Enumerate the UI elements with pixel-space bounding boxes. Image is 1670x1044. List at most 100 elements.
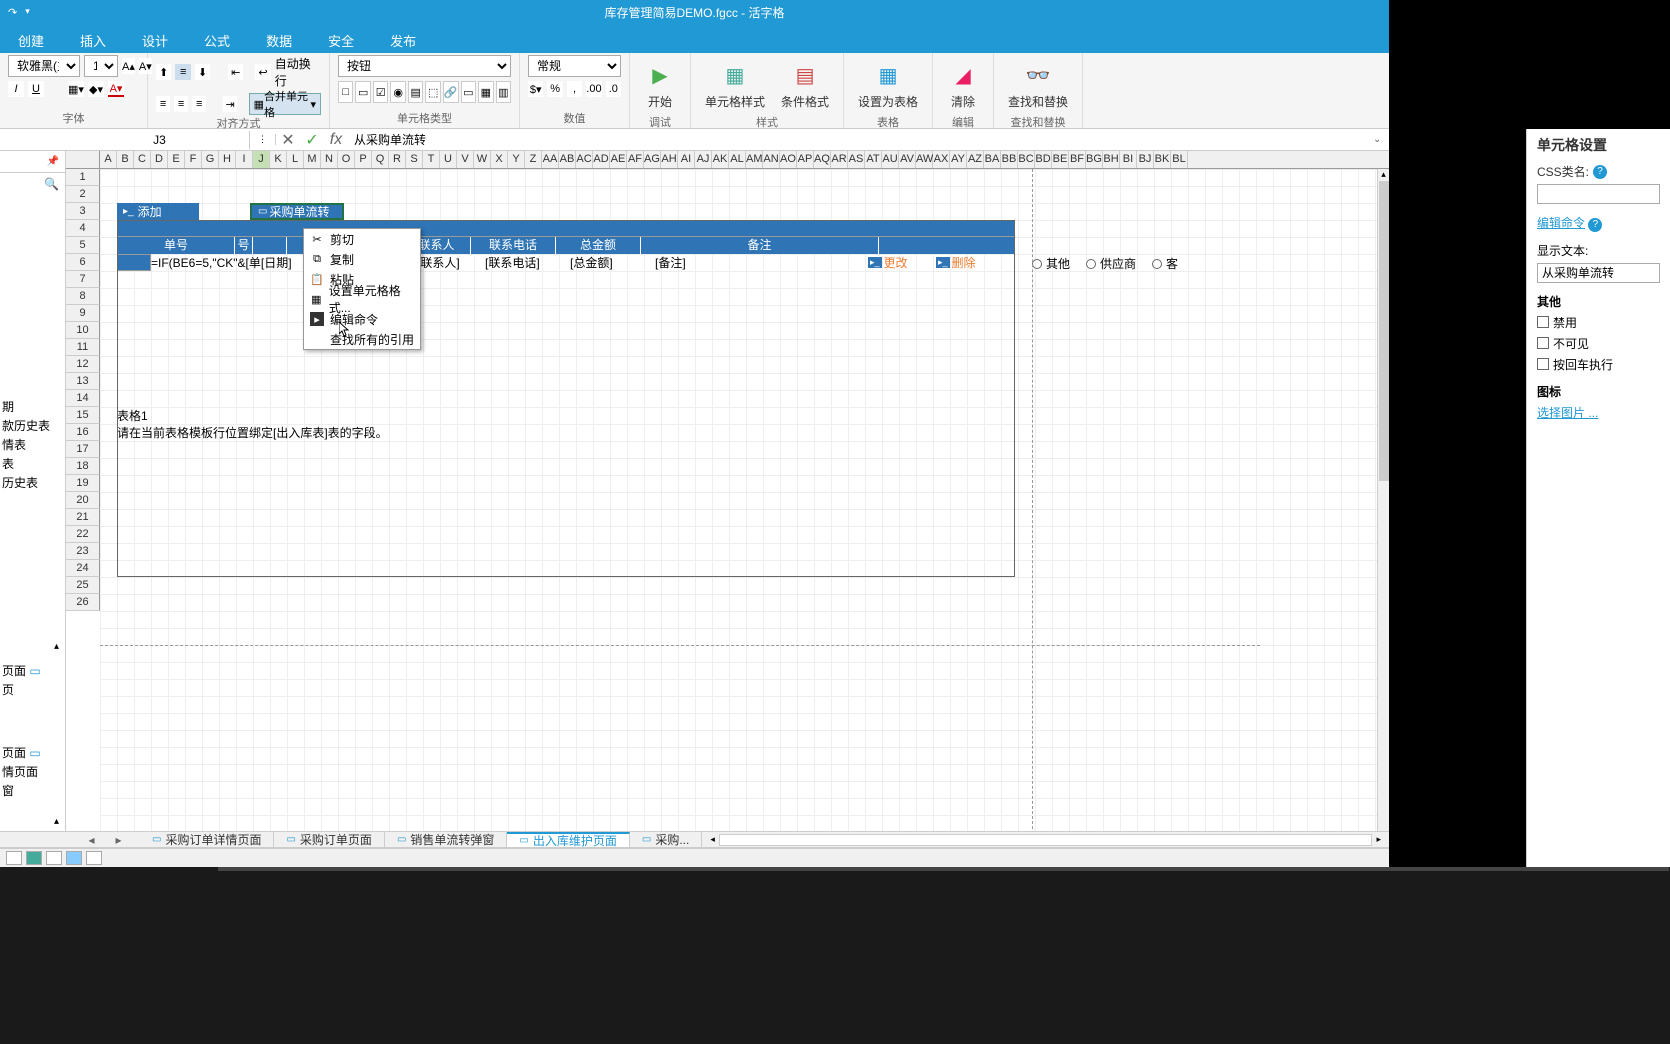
tree-item[interactable]: 历史表 <box>2 473 63 492</box>
menu-create[interactable]: 创建 <box>0 25 62 53</box>
dec-inc-icon[interactable]: .00 <box>586 81 601 97</box>
ct-1[interactable]: □ <box>338 81 353 103</box>
col-header-E[interactable]: E <box>168 151 185 168</box>
indent-dec-icon[interactable]: ⇤ <box>228 64 243 80</box>
help-icon[interactable]: ? <box>1588 218 1602 232</box>
cells-area[interactable]: ▸_ 添加 ▭ 采购单流转 单号 号 户名称 联系人 联系电话 总金额 备注 <box>100 169 1377 831</box>
menu-security[interactable]: 安全 <box>310 25 372 53</box>
col-header-D[interactable]: D <box>151 151 168 168</box>
left-collapse-icon-2[interactable]: ▴ <box>54 816 59 827</box>
row-header-14[interactable]: 14 <box>66 390 100 407</box>
tab-1[interactable]: ▭采购订单页面 <box>274 832 384 847</box>
percent-icon[interactable]: % <box>547 81 562 97</box>
formula-expand-icon[interactable]: ⌄ <box>1373 134 1389 145</box>
col-header-AE[interactable]: AE <box>610 151 627 168</box>
col-header-R[interactable]: R <box>389 151 406 168</box>
col-header-U[interactable]: U <box>440 151 457 168</box>
col-header-BH[interactable]: BH <box>1103 151 1120 168</box>
video-progress-bar[interactable] <box>218 867 1669 871</box>
row-header-20[interactable]: 20 <box>66 492 100 509</box>
menu-publish[interactable]: 发布 <box>372 25 434 53</box>
row-header-8[interactable]: 8 <box>66 288 100 305</box>
ct-10[interactable]: ▥ <box>496 81 511 103</box>
conditional-button[interactable]: ▤ 条件格式 <box>775 55 835 114</box>
row-header-5[interactable]: 5 <box>66 237 100 254</box>
col-header-Y[interactable]: Y <box>508 151 525 168</box>
col-header-AH[interactable]: AH <box>661 151 678 168</box>
col-header-K[interactable]: K <box>270 151 287 168</box>
row-header-11[interactable]: 11 <box>66 339 100 356</box>
col-header-AS[interactable]: AS <box>848 151 865 168</box>
ctx-find-refs[interactable]: 查找所有的引用 <box>304 329 420 349</box>
ct-8[interactable]: ▭ <box>461 81 476 103</box>
menu-formula[interactable]: 公式 <box>186 25 248 53</box>
col-header-AA[interactable]: AA <box>542 151 559 168</box>
col-header-V[interactable]: V <box>457 151 474 168</box>
col-header-AP[interactable]: AP <box>797 151 814 168</box>
col-header-BE[interactable]: BE <box>1052 151 1069 168</box>
col-header-T[interactable]: T <box>423 151 440 168</box>
row-header-25[interactable]: 25 <box>66 577 100 594</box>
row-header-17[interactable]: 17 <box>66 441 100 458</box>
font-family-combo[interactable]: 软雅黑(主题) <box>8 55 80 77</box>
select-all-corner[interactable] <box>66 151 100 168</box>
tab-nav-first[interactable]: ◂ <box>88 833 94 847</box>
radio-other[interactable] <box>1032 259 1042 269</box>
col-header-A[interactable]: A <box>100 151 117 168</box>
col-header-AT[interactable]: AT <box>865 151 882 168</box>
row-header-24[interactable]: 24 <box>66 560 100 577</box>
col-header-AR[interactable]: AR <box>831 151 848 168</box>
search-icon[interactable]: 🔍 <box>44 177 59 191</box>
ct-5[interactable]: ▤ <box>408 81 423 103</box>
edit-command-link[interactable]: 编辑命令 <box>1537 216 1585 230</box>
cell-style-button[interactable]: ▦ 单元格样式 <box>699 55 771 114</box>
col-header-AK[interactable]: AK <box>712 151 729 168</box>
merge-cells-button[interactable]: ▦合并单元格▾ <box>249 93 321 115</box>
spreadsheet-grid[interactable]: ABCDEFGHIJKLMNOPQRSTUVWXYZAAABACADAEAFAG… <box>66 151 1389 831</box>
row-header-4[interactable]: 4 <box>66 220 100 237</box>
align-left-icon[interactable]: ≡ <box>156 96 170 112</box>
align-middle-icon[interactable]: ≡ <box>175 64 190 80</box>
tree-item[interactable]: 情表 <box>2 435 63 454</box>
col-header-Z[interactable]: Z <box>525 151 542 168</box>
col-header-BF[interactable]: BF <box>1069 151 1086 168</box>
border-icon[interactable]: ▦▾ <box>68 81 84 97</box>
currency-icon[interactable]: $▾ <box>528 81 543 97</box>
tab-0[interactable]: ▭采购订单详情页面 <box>140 832 274 847</box>
celltype-combo[interactable]: 按钮 <box>338 55 511 77</box>
row-header-1[interactable]: 1 <box>66 169 100 186</box>
col-header-AU[interactable]: AU <box>882 151 899 168</box>
col-header-P[interactable]: P <box>355 151 372 168</box>
col-header-AG[interactable]: AG <box>644 151 661 168</box>
ctx-format[interactable]: ▦设置单元格格式... <box>304 289 420 309</box>
tab-4[interactable]: ▭采购... <box>630 832 702 847</box>
increase-font-icon[interactable]: A▴ <box>122 58 135 74</box>
col-header-C[interactable]: C <box>134 151 151 168</box>
row-header-3[interactable]: 3 <box>66 203 100 220</box>
menu-design[interactable]: 设计 <box>124 25 186 53</box>
row-header-15[interactable]: 15 <box>66 407 100 424</box>
ct-7[interactable]: 🔗 <box>443 81 459 103</box>
pin-icon[interactable]: 📌 <box>47 156 59 167</box>
radio-supplier[interactable] <box>1086 259 1096 269</box>
status-icon-2[interactable] <box>26 851 42 865</box>
row-header-23[interactable]: 23 <box>66 543 100 560</box>
col-header-AN[interactable]: AN <box>763 151 780 168</box>
col-header-AO[interactable]: AO <box>780 151 797 168</box>
find-replace-button[interactable]: 👓 查找和替换 <box>1002 55 1074 114</box>
ctx-copy[interactable]: ⧉复制 <box>304 249 420 269</box>
col-header-B[interactable]: B <box>117 151 134 168</box>
col-header-BL[interactable]: BL <box>1171 151 1188 168</box>
tree-item[interactable]: 期 <box>2 397 63 416</box>
col-header-N[interactable]: N <box>321 151 338 168</box>
italic-icon[interactable]: I <box>8 81 24 97</box>
vertical-scrollbar[interactable]: ▴ <box>1377 169 1389 831</box>
col-header-AY[interactable]: AY <box>950 151 967 168</box>
purchase-flow-button[interactable]: ▭ 采购单流转 <box>250 203 344 220</box>
select-image-link[interactable]: 选择图片 ... <box>1537 404 1660 421</box>
tree-item[interactable]: 表 <box>2 454 63 473</box>
col-header-G[interactable]: G <box>202 151 219 168</box>
col-header-I[interactable]: I <box>236 151 253 168</box>
formula-input[interactable]: 从采购单流转 <box>348 129 1373 150</box>
wrap-label[interactable]: 自动换行 <box>275 55 321 89</box>
